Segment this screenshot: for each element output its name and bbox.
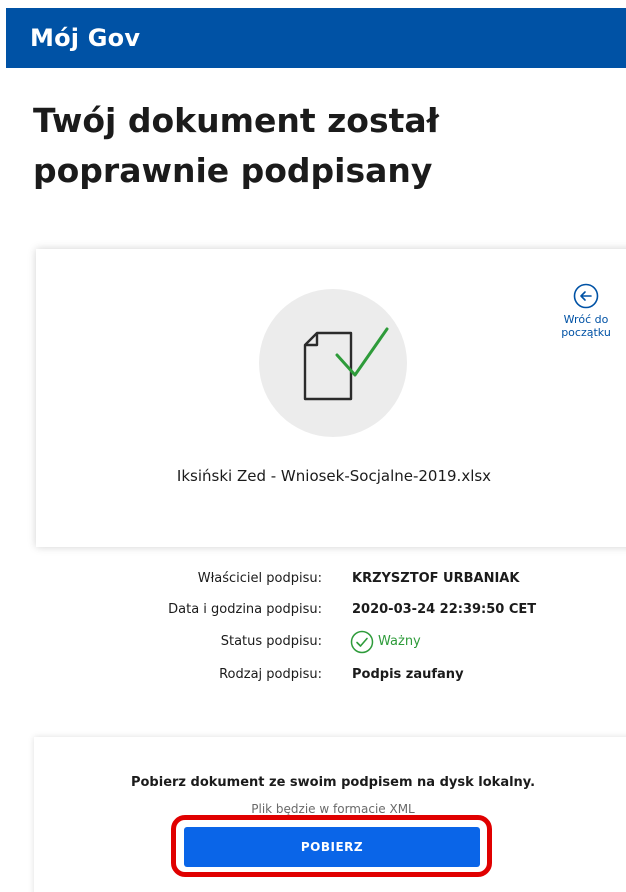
datetime-label: Data i godzina podpisu:	[168, 602, 322, 617]
arrow-left-circle-icon	[573, 283, 599, 309]
type-label: Rodzaj podpisu:	[219, 667, 322, 682]
type-value: Podpis zaufany	[352, 667, 464, 682]
page-title: Twój dokument został poprawnie podpisany	[33, 101, 439, 190]
status-badge: Ważny	[350, 630, 421, 654]
back-link-line2: początku	[561, 326, 611, 339]
signature-status-row: Status podpisu: Ważny	[0, 630, 626, 654]
back-link-line1: Wróć do	[563, 313, 609, 326]
datetime-value: 2020-03-24 22:39:50 CET	[352, 602, 537, 617]
check-circle-icon	[350, 630, 374, 654]
owner-value: KRZYSZTOF URBANIAK	[352, 571, 520, 586]
brand-logo-text[interactable]: Mój Gov	[30, 24, 140, 52]
back-to-start-link[interactable]: Wróć do początku	[546, 283, 626, 339]
signature-owner-row: Właściciel podpisu: KRZYSZTOF URBANIAK	[0, 568, 626, 590]
status-label: Status podpisu:	[220, 634, 322, 649]
owner-label: Właściciel podpisu:	[197, 571, 322, 586]
document-filename: Iksiński Zed - Wniosek-Socjalne-2019.xls…	[176, 467, 492, 485]
top-header-bar: Mój Gov	[6, 8, 626, 68]
signed-document-card: Wróć do początku Iksiński Zed - Wniosek-…	[36, 249, 626, 547]
signature-type-row: Rodzaj podpisu: Podpis zaufany	[0, 664, 626, 686]
status-value: Ważny	[378, 634, 421, 649]
download-subtitle: Plik będzie w formacie XML	[251, 802, 415, 816]
red-highlight-outline	[171, 815, 492, 877]
download-title: Pobierz dokument ze swoim podpisem na dy…	[130, 775, 536, 790]
signature-datetime-row: Data i godzina podpisu: 2020-03-24 22:39…	[0, 599, 626, 621]
document-check-icon	[259, 289, 407, 437]
